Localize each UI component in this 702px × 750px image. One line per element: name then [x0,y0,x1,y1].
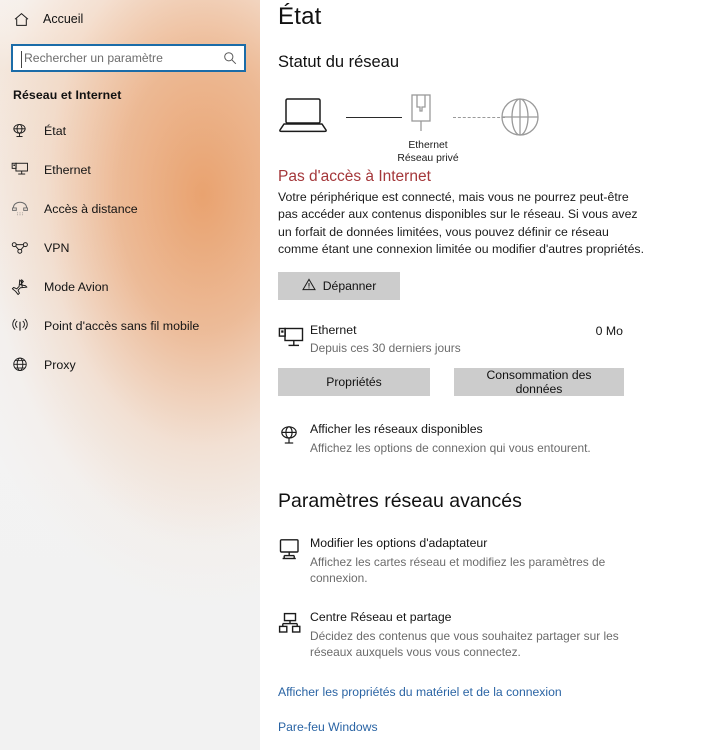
adapter-monitor-icon [278,536,310,564]
show-available-networks-title: Afficher les réseaux disponibles [310,421,483,436]
data-usage-button[interactable]: Consommation des données [454,367,624,396]
status-headline: Pas d'accès à Internet [278,168,431,185]
network-sharing-center-row[interactable]: Centre Réseau et partage Décidez des con… [278,610,702,661]
sidebar-nav: État Ethernet Accès à distance VPN Mode … [0,111,260,384]
sidebar-item-point-acces-sans-fil-mobile[interactable]: Point d'accès sans fil mobile [0,306,260,345]
diagram-caption: Ethernet Réseau privé [373,140,483,165]
link-hardware-connection-properties[interactable]: Afficher les propriétés du matériel et d… [278,685,702,699]
change-adapter-options-title: Modifier les options d'adaptateur [310,535,488,550]
network-sharing-center-title: Centre Réseau et partage [310,609,452,624]
sharing-center-icon [278,610,310,638]
settings-main-panel: État Statut du réseau Ethernet Réseau pr… [260,0,702,750]
sidebar-item-etat[interactable]: État [0,111,260,150]
usage-button-row: Propriétés Consommation des données [278,367,702,396]
change-adapter-options-subtitle: Affichez les cartes réseau et modifiez l… [310,554,606,586]
sidebar-item-mode-avion[interactable]: Mode Avion [0,267,260,306]
network-status-icon [11,122,41,139]
globe-icon [11,356,41,373]
sidebar-home-label: Accueil [43,12,84,26]
change-adapter-options-row[interactable]: Modifier les options d'adaptateur Affich… [278,536,702,587]
sidebar-home-button[interactable]: Accueil [0,2,260,36]
network-diagram: Ethernet Réseau privé [278,86,539,165]
sidebar-item-label: Mode Avion [44,279,109,294]
properties-button[interactable]: Propriétés [278,367,430,396]
mobile-hotspot-icon [11,317,41,334]
data-usage-period: Depuis ces 30 derniers jours [310,340,461,355]
status-description: Votre périphérique est connecté, mais vo… [278,190,644,257]
airplane-icon [11,278,41,295]
sidebar-item-ethernet[interactable]: Ethernet [0,150,260,189]
page-title: État [278,3,322,30]
warning-triangle-icon [301,278,316,294]
sidebar-item-vpn[interactable]: VPN [0,228,260,267]
ethernet-port-icon [405,91,437,144]
search-box[interactable] [11,44,246,72]
data-usage-row: Ethernet Depuis ces 30 derniers jours 0 … [278,323,623,356]
network-sharing-center-text: Centre Réseau et partage Décidez des con… [310,610,662,661]
sidebar-item-label: Ethernet [44,162,91,177]
sidebar-item-label: VPN [44,240,70,255]
network-status-heading: Statut du réseau [278,53,400,71]
sidebar-search-wrapper [0,36,260,72]
diagram-caption-line1: Ethernet [408,140,448,151]
show-available-networks-subtitle: Affichez les options de connexion qui vo… [310,440,591,455]
data-usage-text: Ethernet Depuis ces 30 derniers jours [310,323,596,356]
troubleshoot-button[interactable]: Dépanner [278,271,400,300]
link-windows-firewall[interactable]: Pare-feu Windows [278,720,702,734]
vpn-icon [11,239,41,256]
sidebar-category-title: Réseau et Internet [13,88,122,102]
globe-icon [498,95,542,142]
show-available-networks-text: Afficher les réseaux disponibles Affiche… [310,422,591,456]
sidebar-item-label: Point d'accès sans fil mobile [44,318,200,333]
ethernet-monitor-icon [278,323,310,353]
settings-sidebar: Accueil Réseau et Internet [0,0,260,750]
connection-line-solid [346,117,402,118]
show-available-networks-row[interactable]: Afficher les réseaux disponibles Affiche… [278,422,702,456]
home-icon [13,11,39,28]
sidebar-item-acces-a-distance[interactable]: Accès à distance [0,189,260,228]
diagram-caption-line2: Réseau privé [397,152,459,164]
laptop-icon [278,94,328,143]
search-icon[interactable] [223,51,237,65]
search-text-caret [21,51,22,68]
sidebar-item-label: Proxy [44,357,76,372]
data-usage-name: Ethernet [310,322,357,337]
sidebar-item-label: État [44,123,67,138]
dial-up-phone-icon [11,200,41,217]
data-usage-amount: 0 Mo [595,323,623,338]
globe-stand-icon [278,422,310,449]
change-adapter-options-text: Modifier les options d'adaptateur Affich… [310,536,662,587]
troubleshoot-button-label: Dépanner [322,278,377,293]
advanced-settings-heading: Paramètres réseau avancés [278,489,522,512]
search-input[interactable] [13,46,244,70]
sidebar-item-proxy[interactable]: Proxy [0,345,260,384]
sidebar-item-label: Accès à distance [44,201,138,216]
network-sharing-center-subtitle: Décidez des contenus que vous souhaitez … [310,628,619,660]
ethernet-monitor-icon [11,161,41,178]
